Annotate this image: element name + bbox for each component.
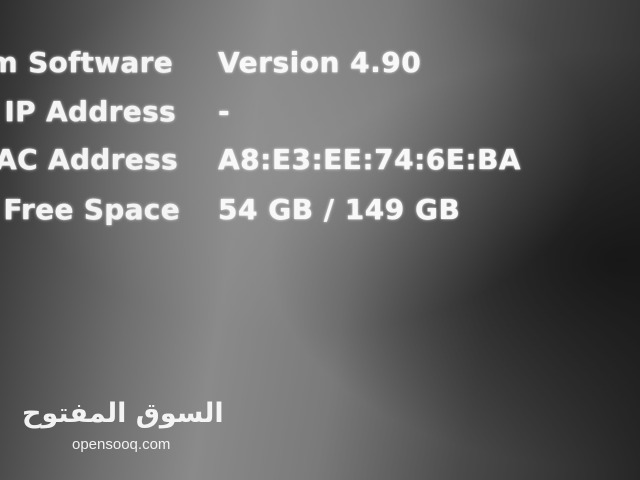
system-information-screen: em Software Version 4.90 IP Address - MA… xyxy=(0,0,640,480)
ip-address-label: IP Address xyxy=(4,95,176,128)
system-software-value: Version 4.90 xyxy=(218,46,422,79)
mac-address-row: MAC Address A8:E3:EE:74:6E:BA xyxy=(0,143,640,183)
system-software-row: em Software Version 4.90 xyxy=(0,46,640,86)
mac-address-label: MAC Address xyxy=(0,143,178,176)
ip-address-value: - xyxy=(218,95,231,128)
free-space-row: Free Space 54 GB / 149 GB xyxy=(0,193,640,233)
mac-address-value: A8:E3:EE:74:6E:BA xyxy=(218,143,522,176)
ip-address-row: IP Address - xyxy=(0,95,640,135)
system-software-label: em Software xyxy=(0,46,173,79)
watermark-arabic-text: السوق المفتوح xyxy=(22,398,224,429)
free-space-value: 54 GB / 149 GB xyxy=(218,193,461,226)
free-space-label: Free Space xyxy=(3,193,180,226)
opensooq-watermark: السوق المفتوح opensooq.com xyxy=(22,398,224,462)
watermark-latin-text: opensooq.com xyxy=(72,436,171,453)
